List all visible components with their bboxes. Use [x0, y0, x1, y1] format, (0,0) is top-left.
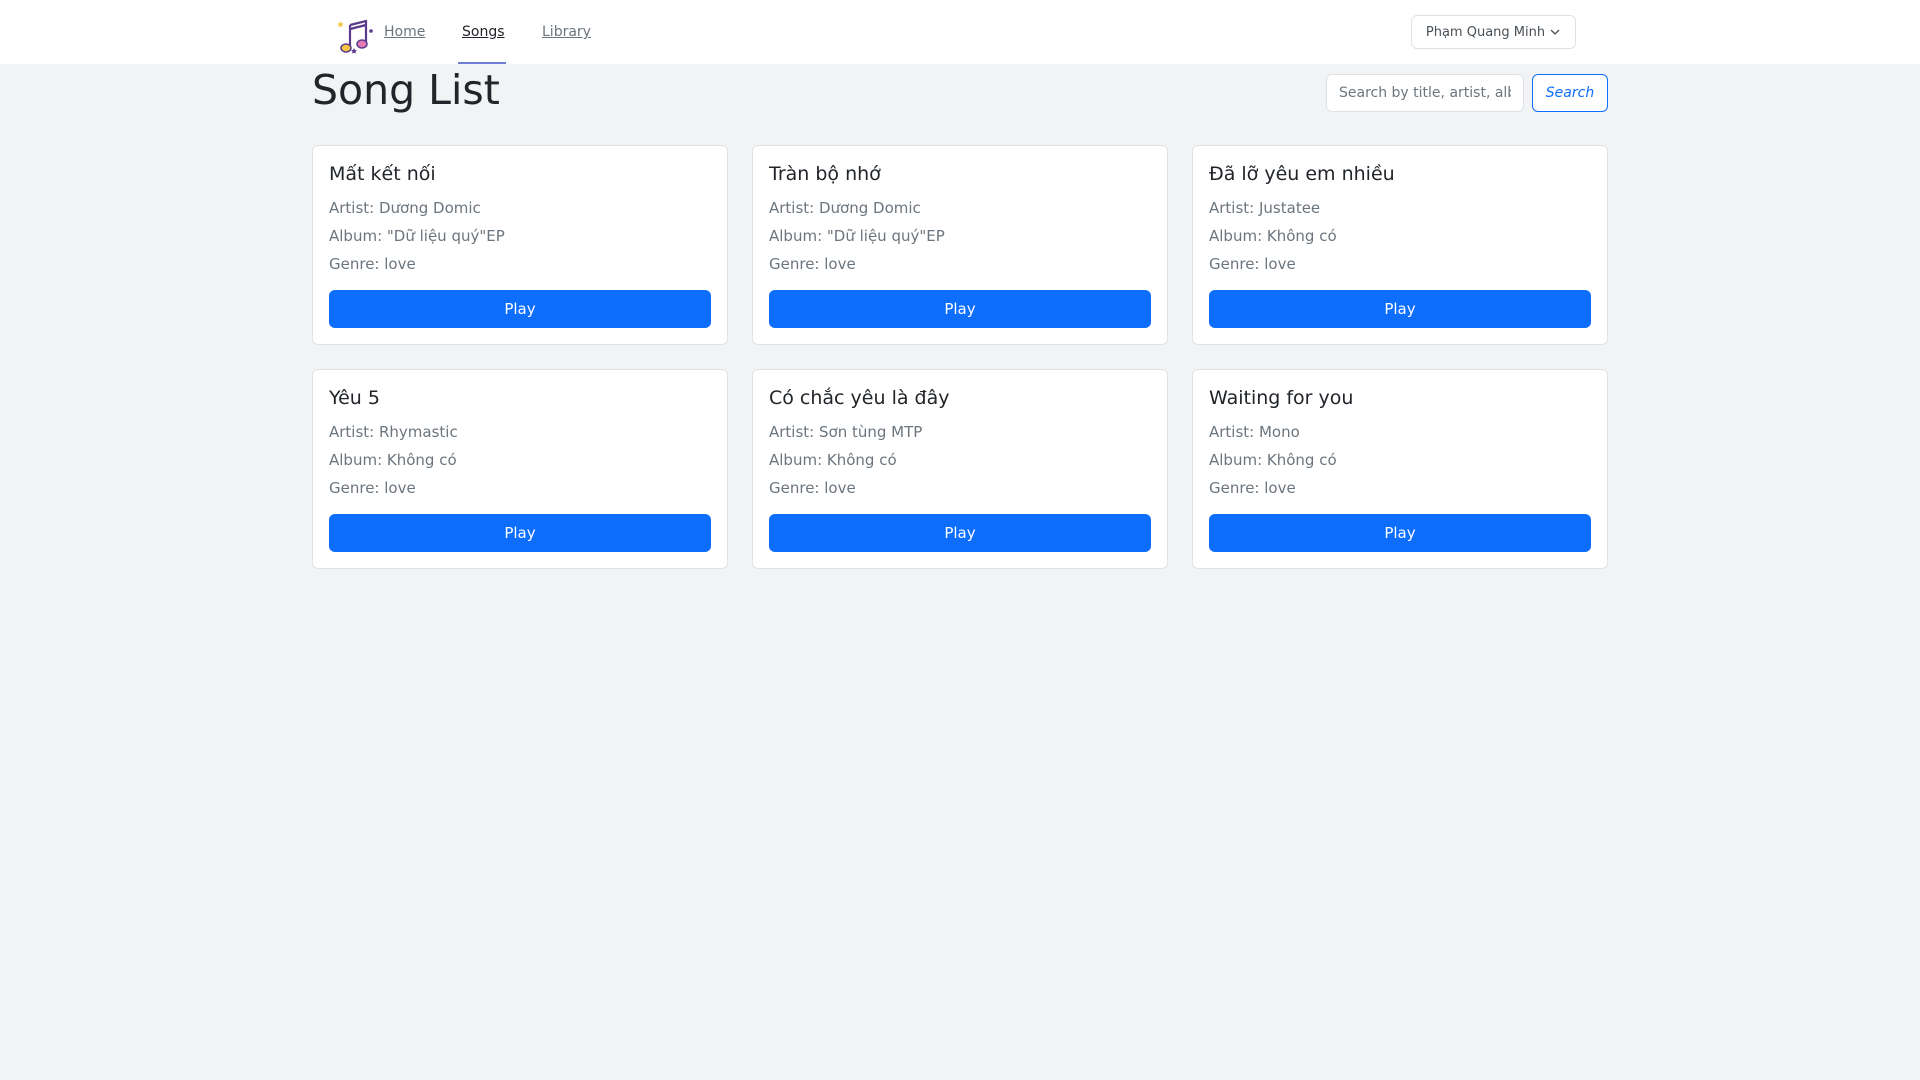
- chevron-down-icon: [1550, 29, 1560, 35]
- song-album: Album: "Dữ liệu quý"EP: [329, 227, 505, 245]
- song-album: Album: Không có: [1209, 227, 1337, 245]
- user-menu-dropdown[interactable]: Phạm Quang Minh: [1411, 15, 1576, 49]
- play-button[interactable]: Play: [329, 290, 711, 328]
- song-genre: Genre: love: [1209, 255, 1296, 273]
- song-artist: Artist: Dương Domic: [769, 199, 921, 217]
- song-artist: Artist: Justatee: [1209, 199, 1321, 217]
- top-navbar: Home Songs Library Phạm Quang Minh: [0, 0, 1920, 64]
- search-button[interactable]: Search: [1532, 74, 1608, 112]
- song-title: Waiting for you: [1209, 387, 1354, 409]
- search-input[interactable]: [1326, 74, 1524, 112]
- song-title: Mất kết nối: [329, 163, 436, 185]
- song-genre: Genre: love: [329, 255, 416, 273]
- song-title: Có chắc yêu là đây: [769, 387, 950, 409]
- song-title: Yêu 5: [329, 387, 380, 409]
- play-button[interactable]: Play: [769, 514, 1151, 552]
- music-notes-icon[interactable]: [336, 17, 376, 57]
- song-album: Album: Không có: [769, 451, 897, 469]
- song-card: Tràn bộ nhớ Artist: Dương Domic Album: "…: [752, 145, 1168, 345]
- song-artist: Artist: Dương Domic: [329, 199, 481, 217]
- song-album: Album: Không có: [1209, 451, 1337, 469]
- song-card: Waiting for you Artist: Mono Album: Khôn…: [1192, 369, 1608, 569]
- song-genre: Genre: love: [769, 479, 856, 497]
- nav-link-library[interactable]: Library: [542, 24, 591, 40]
- song-card: Yêu 5 Artist: Rhymastic Album: Không có …: [312, 369, 728, 569]
- song-card: Mất kết nối Artist: Dương Domic Album: "…: [312, 145, 728, 345]
- play-button[interactable]: Play: [329, 514, 711, 552]
- song-artist: Artist: Rhymastic: [329, 423, 458, 441]
- play-button[interactable]: Play: [769, 290, 1151, 328]
- song-title: Đã lỡ yêu em nhiều: [1209, 163, 1395, 185]
- song-grid: Mất kết nối Artist: Dương Domic Album: "…: [312, 145, 1608, 569]
- play-button[interactable]: Play: [1209, 514, 1591, 552]
- song-genre: Genre: love: [329, 479, 416, 497]
- song-artist: Artist: Mono: [1209, 423, 1300, 441]
- song-card: Có chắc yêu là đây Artist: Sơn tùng MTP …: [752, 369, 1168, 569]
- song-album: Album: "Dữ liệu quý"EP: [769, 227, 945, 245]
- song-card: Đã lỡ yêu em nhiều Artist: Justatee Albu…: [1192, 145, 1608, 345]
- song-album: Album: Không có: [329, 451, 457, 469]
- nav-link-songs[interactable]: Songs: [462, 24, 505, 40]
- song-genre: Genre: love: [769, 255, 856, 273]
- page-title: Song List: [312, 66, 500, 114]
- song-genre: Genre: love: [1209, 479, 1296, 497]
- song-title: Tràn bộ nhớ: [769, 163, 881, 185]
- play-button[interactable]: Play: [1209, 290, 1591, 328]
- song-artist: Artist: Sơn tùng MTP: [769, 423, 923, 441]
- nav-link-home[interactable]: Home: [384, 24, 425, 40]
- user-name: Phạm Quang Minh: [1425, 24, 1546, 40]
